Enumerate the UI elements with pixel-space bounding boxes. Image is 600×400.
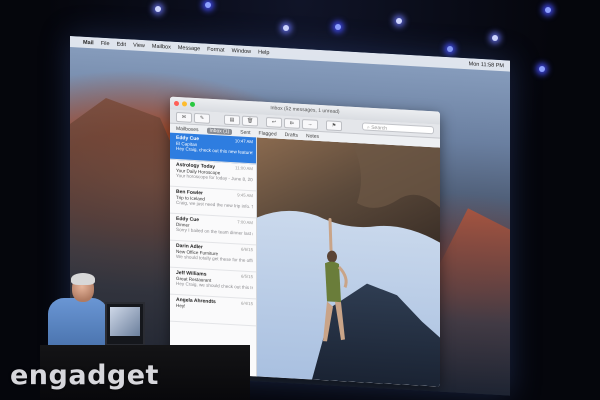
menu-window[interactable]: Window: [232, 48, 252, 55]
menu-clock: Mon 11:58 PM: [468, 60, 504, 69]
menu-file[interactable]: File: [101, 40, 110, 46]
climber-torso: [325, 261, 341, 303]
delete-button[interactable]: 🗑: [242, 115, 258, 127]
compose-icon: ✎: [199, 115, 205, 122]
reply-icon: ↩: [271, 119, 277, 126]
message-time: 7:00 AM: [237, 219, 253, 226]
presenter-hair: [71, 273, 95, 285]
climber-photo: [257, 137, 440, 387]
menu-message[interactable]: Message: [178, 45, 200, 52]
forward-icon: →: [307, 121, 313, 128]
favorite-mailboxes[interactable]: Mailboxes: [176, 126, 199, 133]
message-time: 11:00 AM: [235, 165, 253, 172]
favorite-flagged[interactable]: Flagged: [259, 131, 277, 138]
stage-light: [492, 35, 498, 41]
stage-light: [335, 24, 341, 30]
search-icon: ⌕: [367, 124, 370, 131]
archive-icon: ▤: [229, 116, 235, 124]
message-reader: [257, 137, 440, 387]
stage-monitor: [105, 302, 145, 346]
message-time: 10:47 AM: [234, 138, 253, 145]
get-mail-button[interactable]: ✉: [176, 111, 192, 123]
envelope-icon: ✉: [181, 114, 187, 121]
monitor-display: [110, 307, 140, 336]
window-title: Inbox (52 messages, 1 unread): [270, 105, 340, 116]
search-placeholder: Search: [371, 124, 388, 132]
menu-format[interactable]: Format: [207, 46, 224, 53]
menu-app-name[interactable]: Mail: [83, 39, 94, 46]
menu-mailbox[interactable]: Mailbox: [152, 43, 171, 50]
zoom-window-button[interactable]: [190, 101, 195, 107]
stage-light: [447, 46, 453, 52]
climber-arm: [328, 218, 333, 252]
reply-all-button[interactable]: ⇇: [284, 117, 300, 129]
message-row[interactable]: Angela Ahrendts 6/4/15 Hey!: [170, 294, 256, 327]
stage-light: [539, 66, 545, 72]
message-time: 6/6/15: [241, 246, 253, 253]
message-time: 6/5/15: [241, 273, 253, 280]
mail-window: Inbox (52 messages, 1 unread) ✉ ✎ ▤ 🗑 ↩ …: [170, 96, 440, 387]
forward-button[interactable]: →: [302, 118, 318, 130]
close-window-button[interactable]: [174, 100, 179, 107]
trash-icon: 🗑: [246, 117, 254, 125]
menu-help[interactable]: Help: [258, 49, 269, 56]
favorite-drafts[interactable]: Drafts: [285, 132, 298, 139]
engadget-watermark: engadget: [10, 360, 159, 391]
archive-button[interactable]: ▤: [224, 114, 240, 126]
menu-view[interactable]: View: [133, 42, 145, 49]
stage-light: [396, 18, 402, 24]
reply-all-icon: ⇇: [289, 120, 295, 127]
stage-light: [545, 7, 551, 13]
favorite-sent[interactable]: Sent: [240, 130, 250, 137]
flag-icon: ⚑: [331, 122, 337, 129]
menu-edit[interactable]: Edit: [117, 41, 126, 48]
stage-light: [205, 2, 211, 8]
traffic-lights: [174, 100, 195, 107]
stage-light: [155, 6, 161, 12]
keynote-stage: Mail File Edit View Mailbox Message Form…: [0, 0, 600, 400]
compose-button[interactable]: ✎: [194, 112, 210, 124]
reply-button[interactable]: ↩: [266, 116, 282, 128]
favorite-notes[interactable]: Notes: [306, 133, 319, 140]
message-time: 9:45 AM: [237, 192, 253, 199]
flag-button[interactable]: ⚑: [326, 120, 342, 132]
message-time: 6/4/15: [241, 300, 253, 307]
message-list: Eddy Cue 10:47 AM El Capitan Hey Craig, …: [170, 132, 257, 377]
search-input[interactable]: ⌕ Search: [362, 122, 434, 135]
minimize-window-button[interactable]: [182, 101, 187, 107]
stage-light: [283, 25, 289, 31]
